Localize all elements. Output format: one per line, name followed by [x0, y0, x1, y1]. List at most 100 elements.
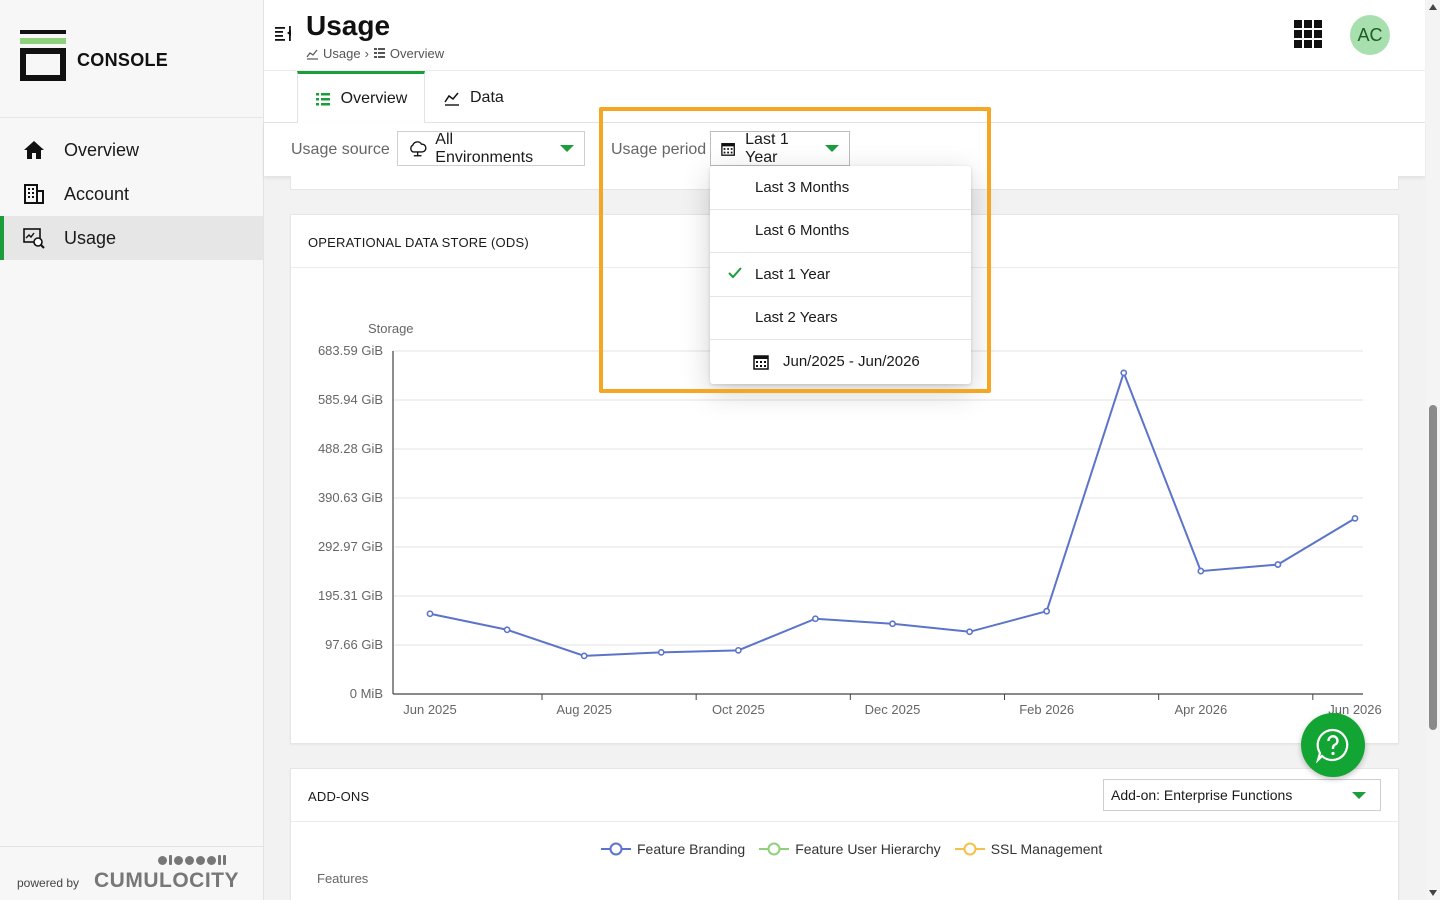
data-point[interactable] [1043, 607, 1051, 615]
x-tick-label: Apr 2026 [1174, 702, 1227, 717]
check-icon [728, 267, 742, 279]
period-option-custom-range[interactable]: Jun/2025 - Jun/2026 [710, 340, 971, 383]
legend-item[interactable]: Feature User Hierarchy [759, 841, 941, 857]
chart-line-icon [306, 49, 318, 60]
period-option-last-1-year[interactable]: Last 1 Year [710, 253, 971, 297]
list-icon [373, 48, 385, 58]
addon-select[interactable]: Add-on: Enterprise Functions [1103, 779, 1381, 811]
custom-range-label: Jun/2025 - Jun/2026 [783, 353, 920, 370]
data-point[interactable] [1274, 561, 1282, 568]
legend-label: Feature Branding [637, 841, 746, 857]
app-switcher-icon[interactable] [1294, 20, 1322, 48]
y-tick-label: 585.94 GiB [318, 392, 383, 407]
y-tick-label: 390.63 GiB [318, 490, 383, 505]
features-axis-label: Features [317, 871, 369, 886]
header: Usage Usage › Overview AC [264, 0, 1425, 70]
help-chat-icon [1315, 728, 1349, 763]
usage-source-label: Usage source [291, 141, 390, 158]
usage-source-select[interactable]: All Environments [397, 131, 585, 166]
data-point[interactable] [657, 648, 665, 656]
cumulocity-dots-icon [158, 855, 226, 865]
legend-marker-icon [954, 842, 985, 856]
help-button[interactable] [1301, 713, 1365, 777]
period-option-last-6-months[interactable]: Last 6 Months [710, 210, 971, 253]
addon-select-value: Add-on: Enterprise Functions [1111, 787, 1293, 803]
data-point[interactable] [426, 610, 434, 618]
usage-period-select[interactable]: Last 1 Year [710, 131, 850, 166]
legend-item[interactable]: SSL Management [954, 841, 1103, 857]
console-logo-icon [20, 30, 66, 81]
cumulocity-logo: CUMULOCITY [94, 869, 239, 892]
data-point[interactable] [1351, 514, 1359, 522]
tab-overview[interactable]: Overview [297, 71, 425, 124]
cloud-icon [410, 140, 427, 156]
y-tick-label: 97.66 GiB [325, 637, 383, 652]
data-point[interactable] [1197, 567, 1205, 575]
sidebar-nav: Overview Account Usage [0, 128, 263, 260]
chevron-down-icon [1352, 792, 1366, 799]
period-option-label: Last 3 Months [755, 178, 850, 196]
series-line [429, 369, 1356, 657]
usage-source-value: All Environments [435, 130, 534, 166]
tab-data[interactable]: Data [444, 71, 504, 124]
breadcrumb-usage[interactable]: Usage [323, 46, 361, 61]
list-icon [315, 93, 330, 106]
data-point[interactable] [734, 646, 742, 654]
data-point[interactable] [503, 626, 511, 634]
x-tick-label: Aug 2025 [556, 702, 612, 717]
breadcrumb: Usage › Overview [306, 46, 444, 61]
sidebar-item-label: Overview [64, 139, 140, 160]
avatar[interactable]: AC [1350, 15, 1390, 55]
y-axis-label: Storage [368, 321, 414, 336]
data-point[interactable] [812, 615, 819, 623]
page-scrollbar[interactable] [1426, 0, 1440, 900]
powered-by: powered by CUMULOCITY [0, 846, 263, 900]
data-point[interactable] [580, 652, 588, 660]
usage-period-value: Last 1 Year [745, 130, 789, 166]
sidebar: CONSOLE Overview Account Usage powered b… [0, 0, 264, 900]
building-icon [22, 182, 46, 206]
data-point[interactable] [966, 628, 973, 636]
chart-line-icon [444, 92, 459, 106]
legend-item[interactable]: Feature Branding [601, 841, 745, 857]
powered-by-text: powered by [17, 876, 80, 890]
page-title: Usage [306, 10, 391, 41]
home-icon [22, 138, 46, 162]
period-option-label: Last 1 Year [755, 265, 831, 283]
sidebar-item-overview[interactable]: Overview [0, 128, 263, 172]
data-point[interactable] [1120, 369, 1128, 377]
legend-label: SSL Management [990, 841, 1103, 857]
brand-name: CONSOLE [77, 50, 169, 70]
collapse-menu-icon[interactable] [274, 24, 292, 42]
sidebar-item-usage[interactable]: Usage [0, 216, 263, 260]
calendar-icon [753, 354, 769, 370]
legend-marker-icon [759, 842, 790, 856]
period-option-label: Last 2 Years [755, 309, 838, 327]
tab-bar: Overview Data [264, 70, 1425, 124]
x-tick-label: Feb 2026 [1019, 702, 1074, 717]
legend-label: Feature User Hierarchy [795, 841, 941, 857]
chevron-down-icon [560, 145, 574, 152]
addons-card-header: ADD-ONS Add-on: Enterprise Functions [291, 769, 1398, 822]
tab-label: Overview [340, 90, 408, 107]
scroll-thumb[interactable] [1429, 405, 1437, 730]
y-tick-label: 488.28 GiB [318, 441, 383, 456]
scroll-down-icon[interactable] [1429, 890, 1437, 896]
period-option-last-3-months[interactable]: Last 3 Months [710, 166, 971, 210]
sidebar-item-account[interactable]: Account [0, 172, 263, 216]
brand: CONSOLE [0, 0, 263, 118]
breadcrumb-separator-icon: › [364, 46, 369, 61]
y-tick-label: 683.59 GiB [318, 343, 383, 358]
period-option-last-2-years[interactable]: Last 2 Years [710, 297, 971, 340]
sidebar-item-label: Account [64, 183, 130, 204]
legend-marker-icon [601, 842, 631, 856]
addons-card-title: ADD-ONS [308, 789, 370, 804]
y-tick-label: 0 MiB [350, 686, 383, 701]
data-point[interactable] [889, 620, 896, 628]
sidebar-item-label: Usage [64, 227, 117, 248]
addons-legend: Feature Branding Feature User Hierarchy … [601, 841, 1102, 857]
scroll-up-icon[interactable] [1429, 4, 1437, 10]
calendar-icon [721, 142, 735, 156]
period-option-label: Last 6 Months [755, 222, 850, 240]
y-tick-label: 195.31 GiB [318, 588, 383, 603]
